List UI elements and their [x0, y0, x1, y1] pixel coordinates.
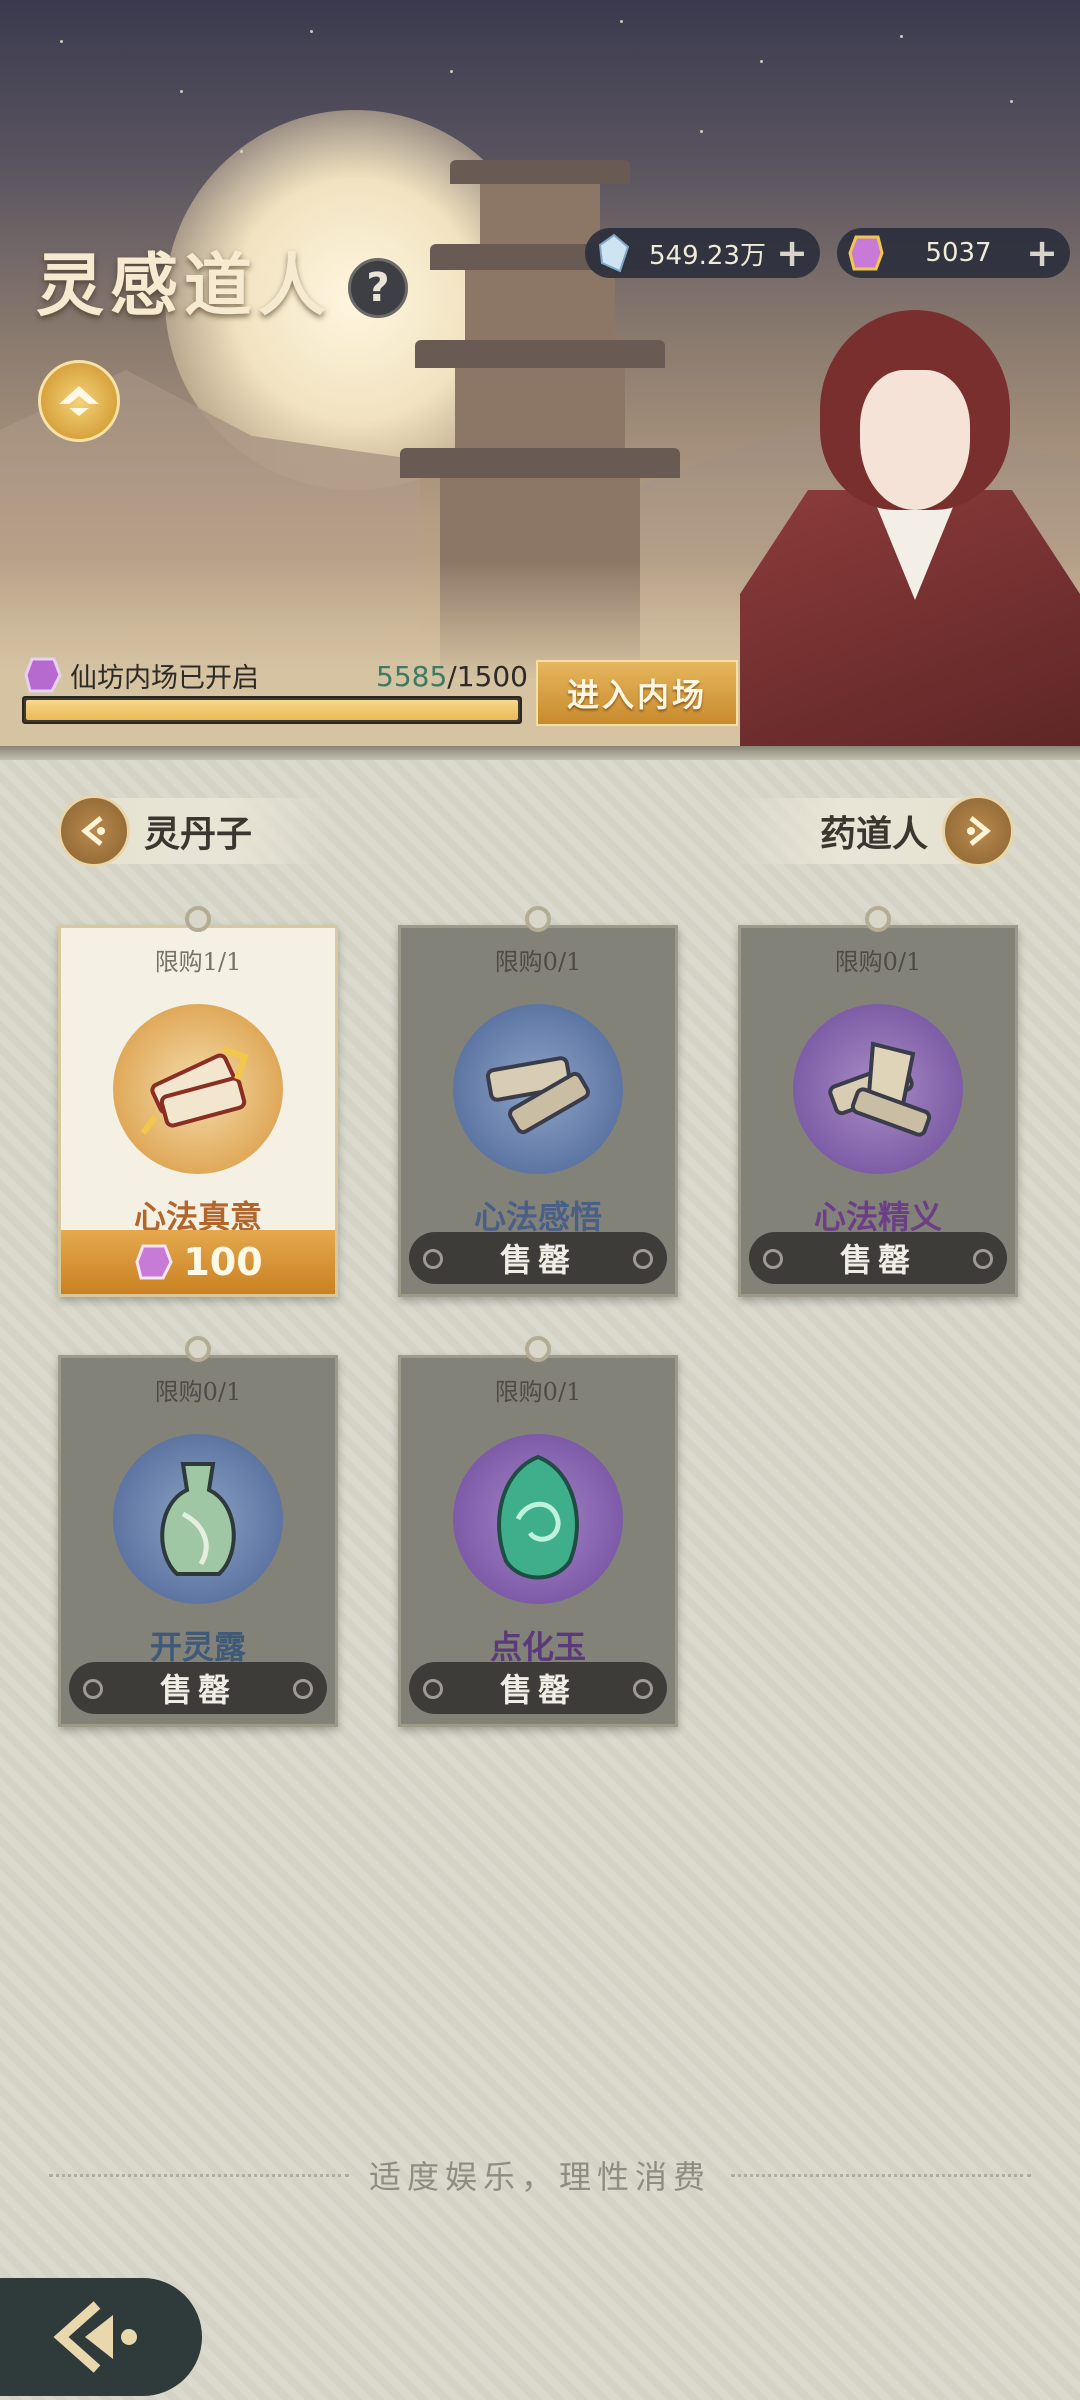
progress-bar	[22, 696, 522, 724]
scroll-bundle-icon	[113, 1004, 283, 1174]
purchase-limit: 限购0/1	[494, 1378, 582, 1406]
sold-out-badge: 售罄	[69, 1662, 327, 1714]
crystal-amount: 549.23万	[649, 240, 766, 271]
purple-token-icon	[24, 657, 62, 693]
chevron-left-icon	[58, 795, 130, 867]
shop-item-card[interactable]: 限购0/1 点化玉 售罄	[398, 1336, 678, 1727]
currency-token: 5037 +	[837, 228, 1070, 278]
prev-npc-button[interactable]: 灵丹子	[58, 795, 332, 867]
npc-title: 灵感道人	[36, 246, 333, 326]
jade-vase-icon	[113, 1434, 283, 1604]
shop-item-card[interactable]: 限购1/1 心法真意 100	[58, 906, 338, 1297]
header-divider	[0, 746, 1080, 760]
shop-item-card[interactable]: 限购0/1 心法感悟 售罄	[398, 906, 678, 1297]
rank-badge-icon[interactable]	[38, 360, 120, 442]
gold-token-icon	[845, 232, 887, 274]
header-scene	[0, 0, 1080, 750]
footer-note-text: 适度娱乐，理性消费	[368, 2158, 711, 2196]
scroll-blue-icon	[453, 1004, 623, 1174]
progress-total: 1500	[456, 660, 528, 693]
footer-note: 适度娱乐，理性消费	[0, 2152, 1080, 2198]
currency-crystal: 549.23万 +	[585, 228, 820, 278]
purchase-limit: 限购0/1	[494, 948, 582, 976]
card-hook	[525, 1336, 551, 1362]
card-hook	[185, 1336, 211, 1362]
progress-separator: /	[447, 660, 457, 693]
card-hook	[525, 906, 551, 932]
divider-left	[48, 2173, 349, 2177]
add-crystal-button[interactable]: +	[770, 231, 814, 275]
back-button[interactable]	[0, 2278, 202, 2396]
divider-right	[731, 2173, 1031, 2177]
help-button[interactable]: ?	[348, 258, 408, 318]
enter-inner-hall-button[interactable]: 进入内场	[536, 660, 738, 726]
purchase-limit: 限购0/1	[154, 1378, 242, 1406]
purple-token-icon	[135, 1244, 173, 1280]
card-hook	[865, 906, 891, 932]
progress-label-text: 仙坊内场已开启	[70, 662, 259, 694]
sold-out-badge: 售罄	[409, 1232, 667, 1284]
item-price: 100	[183, 1240, 263, 1284]
sold-out-badge: 售罄	[749, 1232, 1007, 1284]
jade-stone-icon	[453, 1434, 623, 1604]
card-hook	[185, 906, 211, 932]
shop-item-card[interactable]: 限购0/1 开灵露 售罄	[58, 1336, 338, 1727]
buy-price-button[interactable]: 100	[61, 1230, 335, 1294]
spirit-crystal-icon	[593, 232, 635, 274]
progress-current: 5585	[376, 660, 448, 693]
npc-portrait	[720, 300, 1080, 750]
next-npc-button[interactable]: 药道人	[728, 795, 1014, 867]
shop-item-card[interactable]: 限购0/1 心法精义 售罄	[738, 906, 1018, 1297]
progress-count: 5585/1500	[376, 660, 528, 693]
scroll-purple-icon	[793, 1004, 963, 1174]
add-token-button[interactable]: +	[1020, 231, 1064, 275]
next-npc-label: 药道人	[819, 813, 928, 855]
progress-fill	[26, 700, 518, 720]
purchase-limit: 限购1/1	[154, 948, 242, 976]
chevron-right-icon	[942, 795, 1014, 867]
back-arrow-icon	[53, 2301, 137, 2373]
purchase-limit: 限购0/1	[834, 948, 922, 976]
progress-label: 仙坊内场已开启	[22, 655, 259, 695]
prev-npc-label: 灵丹子	[144, 813, 253, 855]
sold-out-badge: 售罄	[409, 1662, 667, 1714]
token-amount: 5037	[925, 238, 992, 268]
